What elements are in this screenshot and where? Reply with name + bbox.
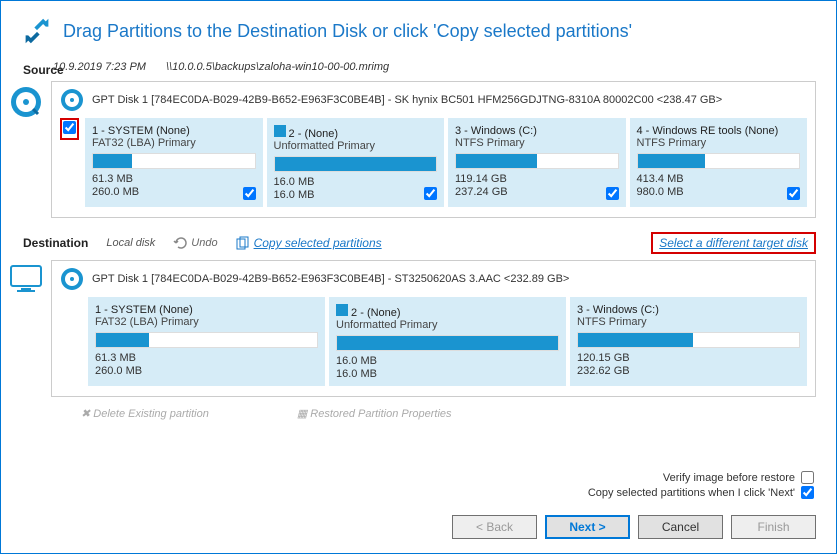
partition-title: 3 - Windows (C:)	[455, 125, 619, 137]
usage-bar	[95, 332, 318, 348]
used-size: 61.3 MB	[95, 352, 318, 365]
usage-bar	[637, 153, 801, 169]
partition-tile[interactable]: 3 - Windows (C:)NTFS Primary 120.15 GB232…	[570, 297, 807, 386]
usage-bar	[336, 335, 559, 351]
next-button[interactable]: Next >	[545, 515, 630, 539]
cancel-button[interactable]: Cancel	[638, 515, 723, 539]
destination-label: Destination	[23, 236, 88, 250]
partition-tile[interactable]: 1 - SYSTEM (None)FAT32 (LBA) Primary 61.3…	[85, 118, 263, 207]
partition-fs: FAT32 (LBA) Primary	[95, 316, 318, 328]
partition-checkbox[interactable]	[424, 187, 437, 200]
copy-selected-link[interactable]: Copy selected partitions	[236, 236, 382, 250]
copy-on-next-option[interactable]: Copy selected partitions when I click 'N…	[588, 486, 814, 499]
partition-fs: NTFS Primary	[577, 316, 800, 328]
destination-panel: GPT Disk 1 [784EC0DA-B029-42B9-B652-E963…	[51, 260, 816, 397]
select-all-highlight	[60, 118, 79, 140]
restored-props-action: ▦ Restored Partition Properties	[297, 407, 452, 420]
partition-title: 4 - Windows RE tools (None)	[637, 125, 801, 137]
finish-button: Finish	[731, 515, 816, 539]
page-title: Drag Partitions to the Destination Disk …	[63, 21, 632, 42]
total-size: 980.0 MB	[637, 186, 801, 199]
used-size: 120.15 GB	[577, 352, 800, 365]
source-disk-name: GPT Disk 1 [784EC0DA-B029-42B9-B652-E963…	[92, 94, 722, 106]
source-panel: GPT Disk 1 [784EC0DA-B029-42B9-B652-E963…	[51, 81, 816, 218]
dest-disk-name: GPT Disk 1 [784EC0DA-B029-42B9-B652-E963…	[92, 273, 569, 285]
partition-title: 2 - (None)	[336, 304, 559, 319]
partition-title: 2 - (None)	[274, 125, 438, 140]
source-path: \\10.0.0.5\backups\zaloha-win10-00-00.mr…	[166, 61, 389, 73]
partition-title: 1 - SYSTEM (None)	[92, 125, 256, 137]
partition-tile[interactable]: 1 - SYSTEM (None)FAT32 (LBA) Primary 61.3…	[88, 297, 325, 386]
partition-checkbox[interactable]	[243, 187, 256, 200]
partition-fs: FAT32 (LBA) Primary	[92, 137, 256, 149]
partition-fs: NTFS Primary	[455, 137, 619, 149]
partition-checkbox[interactable]	[787, 187, 800, 200]
usage-bar	[455, 153, 619, 169]
total-size: 237.24 GB	[455, 186, 619, 199]
partition-fs: Unformatted Primary	[336, 319, 559, 331]
disk-icon	[60, 88, 84, 112]
total-size: 260.0 MB	[95, 365, 318, 378]
partition-title: 1 - SYSTEM (None)	[95, 304, 318, 316]
partition-tile[interactable]: 2 - (None)Unformatted Primary 16.0 MB16.0…	[267, 118, 445, 207]
partition-fs: NTFS Primary	[637, 137, 801, 149]
disk-icon	[60, 267, 84, 291]
used-size: 16.0 MB	[274, 176, 438, 189]
partition-checkbox[interactable]	[606, 187, 619, 200]
partition-tile[interactable]: 4 - Windows RE tools (None)NTFS Primary 4…	[630, 118, 808, 207]
partition-tile[interactable]: 2 - (None)Unformatted Primary 16.0 MB16.0…	[329, 297, 566, 386]
usage-bar	[577, 332, 800, 348]
undo-button[interactable]: Undo	[173, 236, 217, 250]
verify-option[interactable]: Verify image before restore	[588, 471, 814, 484]
usage-bar	[274, 156, 438, 172]
used-size: 413.4 MB	[637, 173, 801, 186]
total-size: 260.0 MB	[92, 186, 256, 199]
partition-fs: Unformatted Primary	[274, 140, 438, 152]
partition-title: 3 - Windows (C:)	[577, 304, 800, 316]
total-size: 232.62 GB	[577, 365, 800, 378]
source-timestamp: 10.9.2019 7:23 PM	[53, 61, 146, 73]
usage-bar	[92, 153, 256, 169]
local-disk-label: Local disk	[106, 237, 155, 249]
back-button: < Back	[452, 515, 537, 539]
wizard-icon	[23, 17, 51, 45]
partition-tile[interactable]: 3 - Windows (C:)NTFS Primary 119.14 GB237…	[448, 118, 626, 207]
used-size: 119.14 GB	[455, 173, 619, 186]
source-disk-icon	[9, 85, 43, 119]
select-different-disk-link[interactable]: Select a different target disk	[651, 232, 816, 254]
used-size: 16.0 MB	[336, 355, 559, 368]
delete-partition-action: ✖ Delete Existing partition	[81, 407, 209, 420]
total-size: 16.0 MB	[336, 368, 559, 381]
monitor-icon	[9, 264, 43, 294]
total-size: 16.0 MB	[274, 189, 438, 202]
used-size: 61.3 MB	[92, 173, 256, 186]
select-all-checkbox[interactable]	[63, 121, 76, 134]
